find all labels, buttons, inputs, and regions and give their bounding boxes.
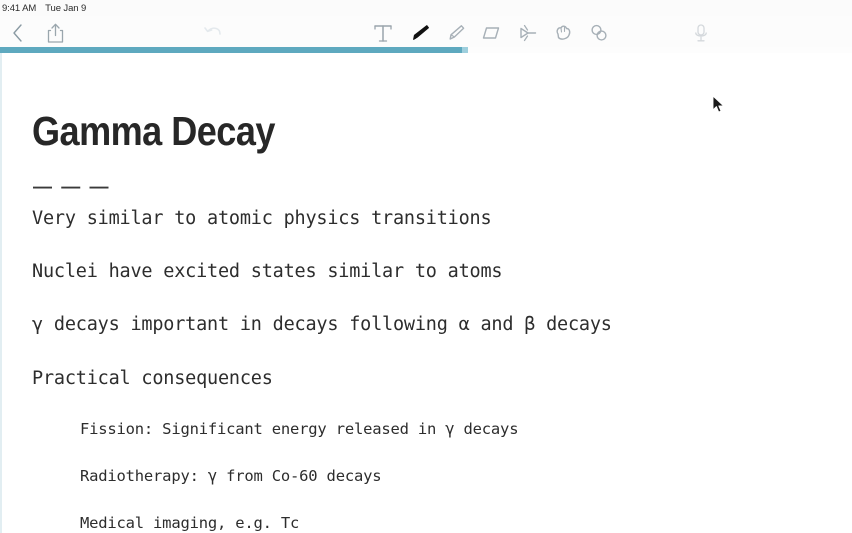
lasso-tool-icon bbox=[515, 22, 539, 44]
text-tool-button[interactable] bbox=[370, 20, 396, 46]
eraser-tool-icon bbox=[479, 22, 503, 44]
share-icon bbox=[46, 22, 65, 44]
shapes-tool-icon bbox=[588, 22, 610, 44]
share-button[interactable] bbox=[42, 20, 68, 46]
note-subline-2: Radiotherapy: γ from Co-60 decays bbox=[80, 467, 382, 485]
status-bar-date: Tue Jan 9 bbox=[45, 2, 87, 14]
hand-tool-icon bbox=[552, 22, 574, 44]
highlighter-tool-button[interactable] bbox=[442, 20, 468, 46]
note-line-2: Nuclei have excited states similar to at… bbox=[32, 261, 503, 282]
undo-button[interactable] bbox=[200, 20, 226, 46]
chevron-left-icon bbox=[11, 23, 24, 43]
note-canvas[interactable]: Gamma Decay — — — Very similar to atomic… bbox=[0, 53, 852, 533]
lasso-tool-button[interactable] bbox=[514, 20, 540, 46]
note-subline-3: Medical imaging, e.g. Tc bbox=[80, 514, 300, 532]
hand-tool-button[interactable] bbox=[550, 20, 576, 46]
pen-tool-button[interactable] bbox=[406, 20, 432, 46]
toolbar-right-group bbox=[688, 16, 714, 49]
highlighter-tool-icon bbox=[443, 21, 467, 45]
shapes-tool-button[interactable] bbox=[586, 20, 612, 46]
microphone-icon bbox=[692, 22, 710, 44]
note-subline-1: Fission: Significant energy released in … bbox=[80, 420, 519, 438]
editor-toolbar bbox=[0, 16, 852, 49]
page-title: Gamma Decay bbox=[32, 108, 275, 154]
title-underline-dashes: — — — bbox=[33, 177, 111, 198]
note-line-1: Very similar to atomic physics transitio… bbox=[32, 208, 492, 229]
back-button[interactable] bbox=[4, 20, 30, 46]
status-bar-time: 9:41 AM bbox=[2, 2, 37, 14]
microphone-button[interactable] bbox=[688, 20, 714, 46]
text-tool-icon bbox=[373, 22, 393, 44]
eraser-tool-button[interactable] bbox=[478, 20, 504, 46]
pen-tool-icon bbox=[407, 21, 431, 45]
toolbar-left-group bbox=[0, 16, 68, 49]
notes-app-window: 9:41 AM Tue Jan 9 Gamma Decay — — — Very… bbox=[0, 0, 852, 533]
status-bar: 9:41 AM Tue Jan 9 bbox=[0, 0, 852, 16]
note-line-3: γ decays important in decays following α… bbox=[32, 314, 612, 335]
toolbar-undo-group bbox=[200, 16, 226, 49]
note-line-4: Practical consequences bbox=[32, 368, 273, 389]
toolbar-tools-group bbox=[370, 16, 612, 49]
undo-icon bbox=[202, 23, 224, 43]
